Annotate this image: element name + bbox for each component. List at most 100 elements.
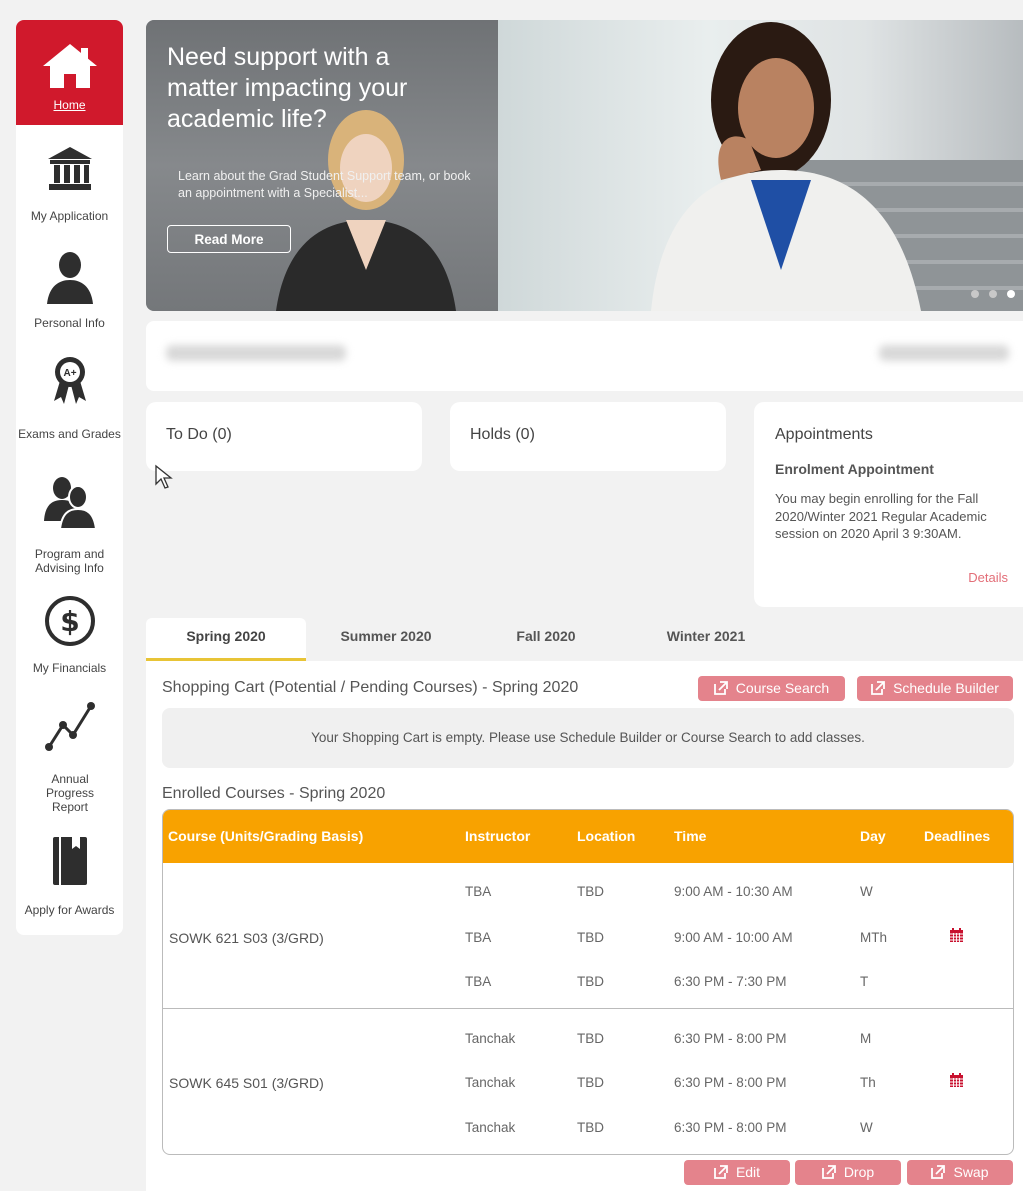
external-link-icon [713, 681, 728, 695]
column-header-time: Time [674, 828, 707, 844]
term-content: Shopping Cart (Potential / Pending Cours… [146, 661, 1023, 1191]
sidebar-item-label: Program and Advising Info [34, 547, 105, 575]
sidebar-item-annual-progress[interactable]: Annual Progress Report [16, 700, 123, 815]
shopping-cart-empty-message: Your Shopping Cart is empty. Please use … [162, 708, 1014, 768]
tab-fall-2020[interactable]: Fall 2020 [466, 618, 626, 661]
time-cell: 9:00 AM - 10:30 AM [674, 884, 793, 899]
tab-summer-2020[interactable]: Summer 2020 [306, 618, 466, 661]
appointments-title: Appointments [775, 426, 873, 443]
read-more-button[interactable]: Read More [167, 225, 291, 253]
table-header: Course (Units/Grading Basis) Instructor … [163, 810, 1013, 863]
instructor-cell: Tanchak [465, 1031, 516, 1046]
carousel-dot-active[interactable] [1007, 290, 1015, 298]
time-cell: 6:30 PM - 8:00 PM [674, 1120, 787, 1135]
sidebar-item-my-application[interactable]: My Application [16, 145, 123, 230]
sidebar-item-label: Personal Info [34, 316, 105, 330]
instructor-cell: Tanchak [465, 1120, 516, 1135]
course-name[interactable]: SOWK 645 S01 (3/GRD) [169, 1075, 324, 1091]
location-cell: TBD [577, 1031, 604, 1046]
column-header-deadlines: Deadlines [924, 828, 991, 844]
sidebar-item-label: My Financials [32, 661, 107, 675]
sidebar-item-label: Home [53, 98, 86, 112]
day-cell: W [860, 1120, 873, 1135]
student-id-redacted [879, 345, 1009, 361]
sidebar-item-home[interactable]: Home [16, 20, 123, 125]
day-cell: M [860, 1031, 872, 1046]
dollar-icon: $ [44, 596, 95, 646]
schedule-builder-button[interactable]: Schedule Builder [857, 676, 1013, 701]
hero-title: Need support with a matter impacting you… [167, 43, 408, 133]
student-name-redacted [166, 345, 346, 361]
sidebar-item-exams-grades[interactable]: A+ Exams and Grades [16, 355, 123, 450]
course-name[interactable]: SOWK 621 S03 (3/GRD) [169, 930, 324, 946]
day-cell: T [860, 974, 869, 989]
sidebar-item-program-advising[interactable]: Program and Advising Info [16, 475, 123, 575]
todo-title: To Do (0) [166, 426, 232, 443]
drop-label: Drop [843, 1164, 875, 1180]
edit-button[interactable]: Edit [684, 1160, 790, 1185]
advisor-icon [43, 477, 97, 529]
edit-label: Edit [735, 1164, 761, 1180]
schedule-builder-label: Schedule Builder [893, 680, 999, 696]
appointment-details-link[interactable]: Details [968, 570, 1008, 585]
carousel-dots [961, 285, 1015, 303]
shopping-cart-title: Shopping Cart (Potential / Pending Cours… [162, 679, 579, 696]
student-info-bar [146, 321, 1023, 391]
carousel-dot[interactable] [971, 290, 979, 298]
swap-button[interactable]: Swap [907, 1160, 1013, 1185]
time-cell: 6:30 PM - 7:30 PM [674, 974, 787, 989]
carousel-dot[interactable] [989, 290, 997, 298]
day-cell: W [860, 884, 873, 899]
sidebar-item-label: Annual Progress Report [45, 772, 95, 814]
location-cell: TBD [577, 1075, 604, 1090]
todo-card[interactable]: To Do (0) [146, 402, 422, 471]
award-ribbon-icon: A+ [53, 357, 86, 404]
holds-card[interactable]: Holds (0) [450, 402, 726, 471]
course-search-button[interactable]: Course Search [698, 676, 845, 701]
sidebar-item-apply-awards[interactable]: Apply for Awards [16, 835, 123, 935]
sidebar-item-my-financials[interactable]: $ My Financials [16, 595, 123, 680]
time-cell: 6:30 PM - 8:00 PM [674, 1075, 787, 1090]
progress-chart-icon [44, 702, 95, 751]
sidebar-item-personal-info[interactable]: Personal Info [16, 250, 123, 335]
external-link-icon [871, 681, 885, 695]
appointment-heading: Enrolment Appointment [775, 461, 934, 477]
sidebar-item-label: Exams and Grades [18, 427, 121, 441]
column-header-course: Course (Units/Grading Basis) [168, 828, 364, 844]
location-cell: TBD [577, 974, 604, 989]
external-link-icon [931, 1165, 946, 1179]
day-cell: Th [860, 1075, 876, 1090]
calendar-icon[interactable] [949, 1073, 964, 1088]
svg-text:A+: A+ [63, 368, 76, 379]
time-cell: 9:00 AM - 10:00 AM [674, 930, 793, 945]
location-cell: TBD [577, 930, 604, 945]
svg-text:$: $ [60, 605, 79, 638]
holds-title: Holds (0) [470, 426, 535, 443]
tab-spring-2020[interactable]: Spring 2020 [146, 618, 306, 661]
enrolled-courses-table: Course (Units/Grading Basis) Instructor … [162, 809, 1014, 1155]
location-cell: TBD [577, 1120, 604, 1135]
home-icon [42, 44, 97, 88]
appointment-text: You may begin enrolling for the Fall 202… [775, 491, 987, 541]
hero-carousel: Need support with a matter impacting you… [146, 20, 1023, 311]
appointments-card: Appointments Enrolment Appointment You m… [754, 402, 1023, 607]
external-link-icon [821, 1165, 836, 1179]
calendar-icon[interactable] [949, 928, 964, 943]
day-cell: MTh [860, 930, 887, 945]
column-header-day: Day [860, 828, 886, 844]
person-icon [46, 252, 93, 304]
swap-label: Swap [953, 1164, 989, 1180]
instructor-cell: TBA [465, 930, 492, 945]
sidebar-nav: Home My Application Personal Info A+ Exa [16, 20, 123, 935]
course-divider [163, 1008, 1013, 1009]
column-header-location: Location [577, 828, 636, 844]
instructor-cell: TBA [465, 884, 492, 899]
sidebar-item-label: My Application [30, 209, 109, 223]
drop-button[interactable]: Drop [795, 1160, 901, 1185]
institution-icon [47, 147, 92, 190]
instructor-cell: Tanchak [465, 1075, 516, 1090]
course-search-label: Course Search [735, 680, 830, 696]
tab-winter-2021[interactable]: Winter 2021 [626, 618, 786, 661]
book-icon [52, 837, 87, 885]
sidebar-item-label: Apply for Awards [24, 903, 115, 917]
